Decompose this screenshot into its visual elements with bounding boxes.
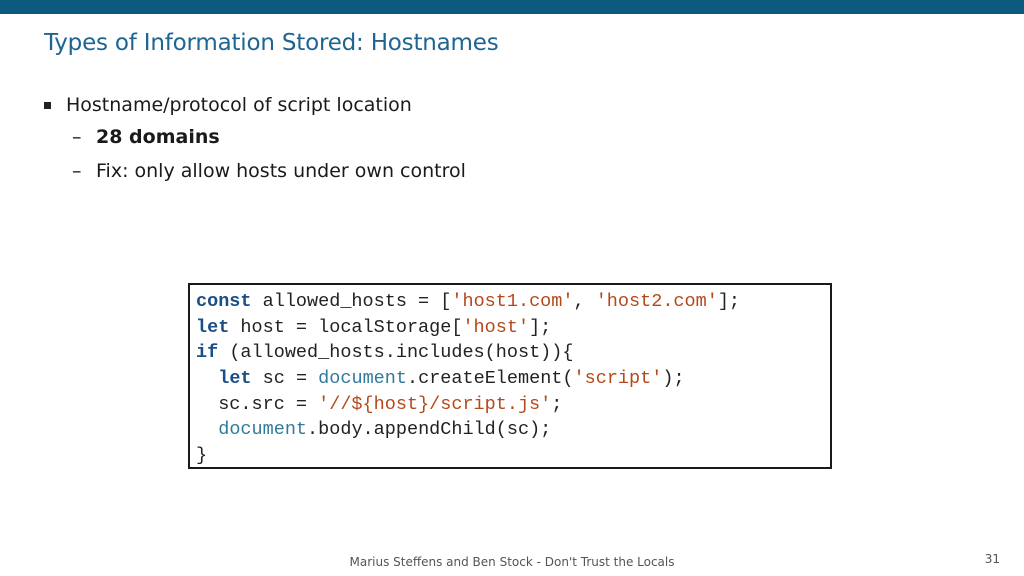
code-string: '//${host}/script.js' [318,393,552,415]
sub-bullet-item: – 28 domains [44,120,466,154]
page-number: 31 [984,552,1000,566]
code-text: allowed_hosts = [ [251,291,452,312]
top-accent-bar [0,0,1024,14]
code-string: 'host2.com' [595,291,718,312]
code-line: const allowed_hosts = ['host1.com', 'hos… [196,289,830,315]
code-text: , [573,291,596,312]
slide-footer: Marius Steffens and Ben Stock - Don't Tr… [349,555,675,569]
code-line: if (allowed_hosts.includes(host)){ [196,340,830,366]
dash-marker: – [72,160,82,182]
code-text: ; [551,393,563,415]
code-builtin: document [218,419,308,441]
code-keyword: let [218,368,252,390]
code-line: let host = localStorage['host']; [196,315,830,341]
sub-bullet-text: Fix: only allow hosts under own control [96,160,466,182]
code-keyword: if [196,342,219,364]
code-line: sc.src = '//${host}/script.js'; [196,392,830,418]
bullet-item: Hostname/protocol of script location [44,90,466,120]
code-keyword: const [196,291,252,312]
code-block: const allowed_hosts = ['host1.com', 'hos… [188,283,832,469]
code-line: document.body.appendChild(sc); [196,417,830,443]
code-string: 'script' [573,368,663,390]
code-text: ); [662,368,685,390]
code-line: let sc = document.createElement('script'… [196,366,830,392]
code-line: } [196,443,830,469]
code-string: 'host' [462,316,530,338]
code-text: sc.src = [196,393,319,415]
sub-bullet-item: – Fix: only allow hosts under own contro… [44,154,466,188]
square-bullet-icon [44,102,51,109]
code-text: (allowed_hosts.includes(host)){ [218,342,574,364]
code-keyword: let [196,316,230,338]
sub-bullet-text: 28 domains [96,126,220,148]
code-text: } [196,445,208,467]
code-string: 'host1.com' [451,291,574,312]
slide-title: Types of Information Stored: Hostnames [44,30,499,56]
bullet-text: Hostname/protocol of script location [66,94,412,116]
code-builtin: document [318,368,407,390]
code-text: .createElement( [406,368,574,390]
code-text: ]; [529,316,552,338]
bullet-list: Hostname/protocol of script location – 2… [44,90,466,188]
code-text: sc = [251,368,319,390]
code-text: host = localStorage[ [229,316,463,338]
dash-marker: – [72,126,82,148]
code-text: .body.appendChild(sc); [307,419,552,441]
code-text: ]; [717,291,741,312]
